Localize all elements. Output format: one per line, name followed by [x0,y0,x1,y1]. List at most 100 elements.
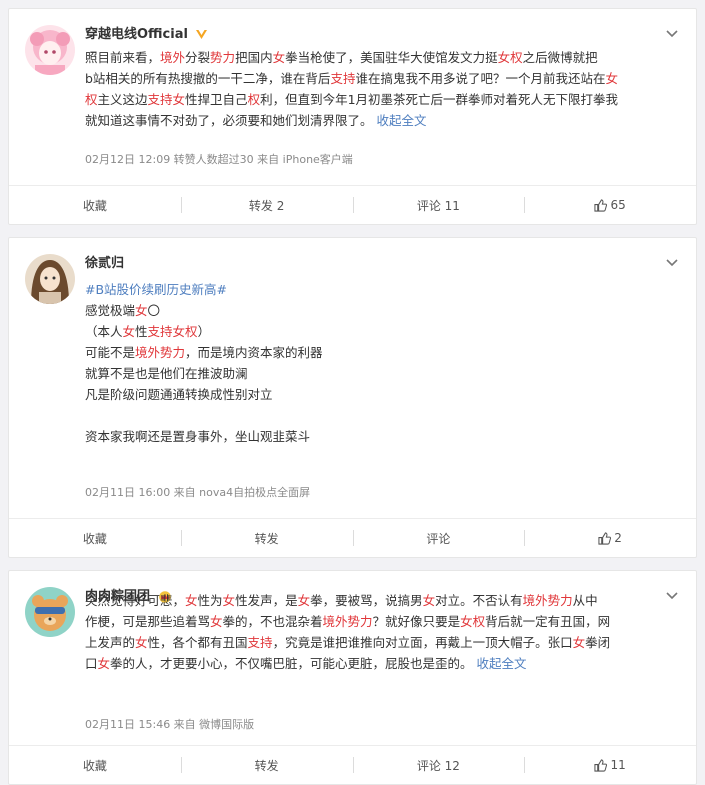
content-text: ，究竟是谁把谁推向对立面，再戴上一顶大帽子。张口 [272,635,573,650]
weibo-post-1: 穿越电线Official 照目前来看，境外分裂势力把国内女拳当枪使了，美国驻华大… [8,8,697,225]
content-text: 拳的，不也混杂着 [222,614,323,629]
thumbs-up-icon [594,198,608,212]
highlight-keyword: 女 [422,593,436,608]
favorite-label: 收藏 [82,198,107,213]
content-text: 从中 [572,593,598,608]
username-text[interactable]: 徐贰归 [85,256,124,271]
content-text: 性为 [197,593,223,608]
content-text: b站相关的所有热搜撤的一干二净，谁在背后 [85,71,331,86]
post-actions: 收藏 转发 评论 2 [9,518,696,557]
comment-label: 评论 12 [416,758,460,773]
favorite-label: 收藏 [82,758,107,773]
content-text: （本人 [85,324,123,339]
favorite-label: 收藏 [82,531,107,546]
post-actions: 收藏 转发 评论 12 11 [9,745,696,784]
comment-button[interactable]: 评论 [352,519,525,557]
content-text: 性，各个都有丑国 [147,635,248,650]
chevron-down-icon[interactable] [666,29,678,39]
highlight-keyword: 女 [185,593,198,608]
favorite-button[interactable]: 收藏 [9,746,181,784]
content-text: 主义这边 [97,92,148,107]
highlight-keyword: 支持女权 [147,324,198,339]
like-button[interactable]: 65 [524,186,696,224]
content-text: ） [197,324,211,339]
thumbs-up-icon [598,531,612,545]
highlight-keyword: 女 [135,635,148,650]
verified-badge-icon [196,30,208,39]
content-text: 拳，要被骂，说搞男 [310,593,423,608]
username-text[interactable]: 穿越电线Official [85,27,188,42]
content-text: 拳的人，才更要小心，不仅嘴巴脏，可能心更脏，屁股也是歪的。 [110,656,477,671]
content-line: 口女拳的人，才更要小心，不仅嘴巴脏，可能心更脏，屁股也是歪的。 收起全文 [85,653,679,674]
content-text: 背后就一定有丑国，网 [485,614,611,629]
content-line: 就知道这事情不对劲了，必须要和她们划清界限了。 收起全文 [85,110,679,131]
content-text: 口 [85,656,98,671]
user-avatar[interactable] [25,587,75,637]
content-text: 把国内 [235,50,273,65]
content-text: 拳闭 [585,635,611,650]
favorite-button[interactable]: 收藏 [9,519,181,557]
repost-label: 转发 2 [248,198,285,213]
content-text: 就知道这事情不对劲了，必须要和她们划清界限了。 [85,113,377,128]
post-content: 突然觉得好可悲，女性为女性发声，是女拳，要被骂，说搞男女对立。不否认有境外势力从… [85,590,679,674]
content-text: 作梗，可是那些追着骂 [85,614,211,629]
content-link[interactable]: 收起全文 [477,656,527,671]
highlight-keyword: 女 [122,324,136,339]
post-meta: 02月12日 12:09 转赞人数超过30 来自 iPhone客户端 [85,153,353,166]
content-text: 性 [135,324,148,339]
content-line: 就算不是也是他们在推波助澜 [85,363,679,384]
highlight-keyword: 支持女 [147,92,186,107]
highlight-keyword: 女 [97,656,111,671]
highlight-keyword: 境外势力 [522,593,573,608]
like-button[interactable]: 11 [524,746,696,784]
post-meta: 02月11日 16:00 来自 nova4自拍极点全面屏 [85,486,311,499]
username[interactable]: 穿越电线Official [85,23,208,42]
content-line: 凡是阶级问题通通转换成性别对立 [85,384,679,405]
weibo-post-2: 徐贰归 #B站股价续刷历史新高# 感觉极端女〇 （本人女性支持女权） 可能不是境外势力… [8,237,697,558]
content-text: 照目前来看， [85,50,161,65]
like-count: 11 [610,758,626,772]
user-avatar[interactable] [25,25,75,75]
content-text: ，而是境内资本家的利器 [185,345,323,360]
content-line: 照目前来看，境外分裂势力把国内女拳当枪使了，美国驻华大使馆发文力挺女权之后微博就… [85,47,679,68]
highlight-keyword: 女权 [497,50,523,65]
content-line: b站相关的所有热搜撤的一干二净，谁在背后支持谁在搞鬼我不用多说了吧？一个月前我还… [85,68,679,89]
thumbs-up-icon [594,758,608,772]
content-line: （本人女性支持女权） [85,321,679,342]
content-text: 之后微博就把 [522,50,598,65]
content-text: 拳当枪使了，美国驻华大使馆发文力挺 [285,50,498,65]
chevron-down-icon[interactable] [666,258,678,268]
like-button[interactable]: 2 [524,519,696,557]
highlight-keyword: 女 [222,593,236,608]
content-text: 上发声的 [85,635,136,650]
content-text: 突然觉得好可悲， [85,593,186,608]
comment-button[interactable]: 评论 11 [352,186,525,224]
repost-button[interactable]: 转发 2 [180,186,353,224]
content-text: 利，但直到今年1月初墨茶死亡后一群拳师对着死人无下限打拳我 [260,92,619,107]
content-text: 感觉极端 [85,303,136,318]
favorite-button[interactable]: 收藏 [9,186,181,224]
user-avatar[interactable] [25,254,75,304]
content-link[interactable]: #B站股价续刷历史新高# [85,282,227,297]
like-count: 65 [610,198,626,212]
repost-button[interactable]: 转发 [180,746,353,784]
content-text: 分裂 [185,50,211,65]
comment-button[interactable]: 评论 12 [352,746,525,784]
username[interactable]: 徐贰归 [85,252,124,271]
weibo-post-3: 肉肉粽团团 突然觉得好可悲，女性为女性发声，是女拳，要被骂，说搞男女对立。不否认… [8,570,697,785]
content-text: 资本家我啊还是置身事外，坐山观韭菜斗 [85,429,311,444]
content-text: 〇 [147,303,161,318]
highlight-keyword: 权 [85,92,98,107]
highlight-keyword: 境外势力 [135,345,186,360]
content-line: 上发声的女性，各个都有丑国支持，究竟是谁把谁推向对立面，再戴上一顶大帽子。张口女… [85,632,679,653]
content-link[interactable]: 收起全文 [376,113,426,128]
highlight-keyword: 支持 [330,71,356,86]
content-text: 性发声，是 [235,593,298,608]
content-line: 权主义这边支持女性捍卫自己权利，但直到今年1月初墨茶死亡后一群拳师对着死人无下限… [85,89,679,110]
highlight-keyword: 女 [605,71,618,86]
highlight-keyword: 女 [272,50,286,65]
content-line: 作梗，可是那些追着骂女拳的，不也混杂着境外势力？就好像只要是女权背后就一定有丑国… [85,611,679,632]
repost-label: 转发 [254,531,279,546]
highlight-keyword: 女 [572,635,586,650]
repost-button[interactable]: 转发 [180,519,353,557]
